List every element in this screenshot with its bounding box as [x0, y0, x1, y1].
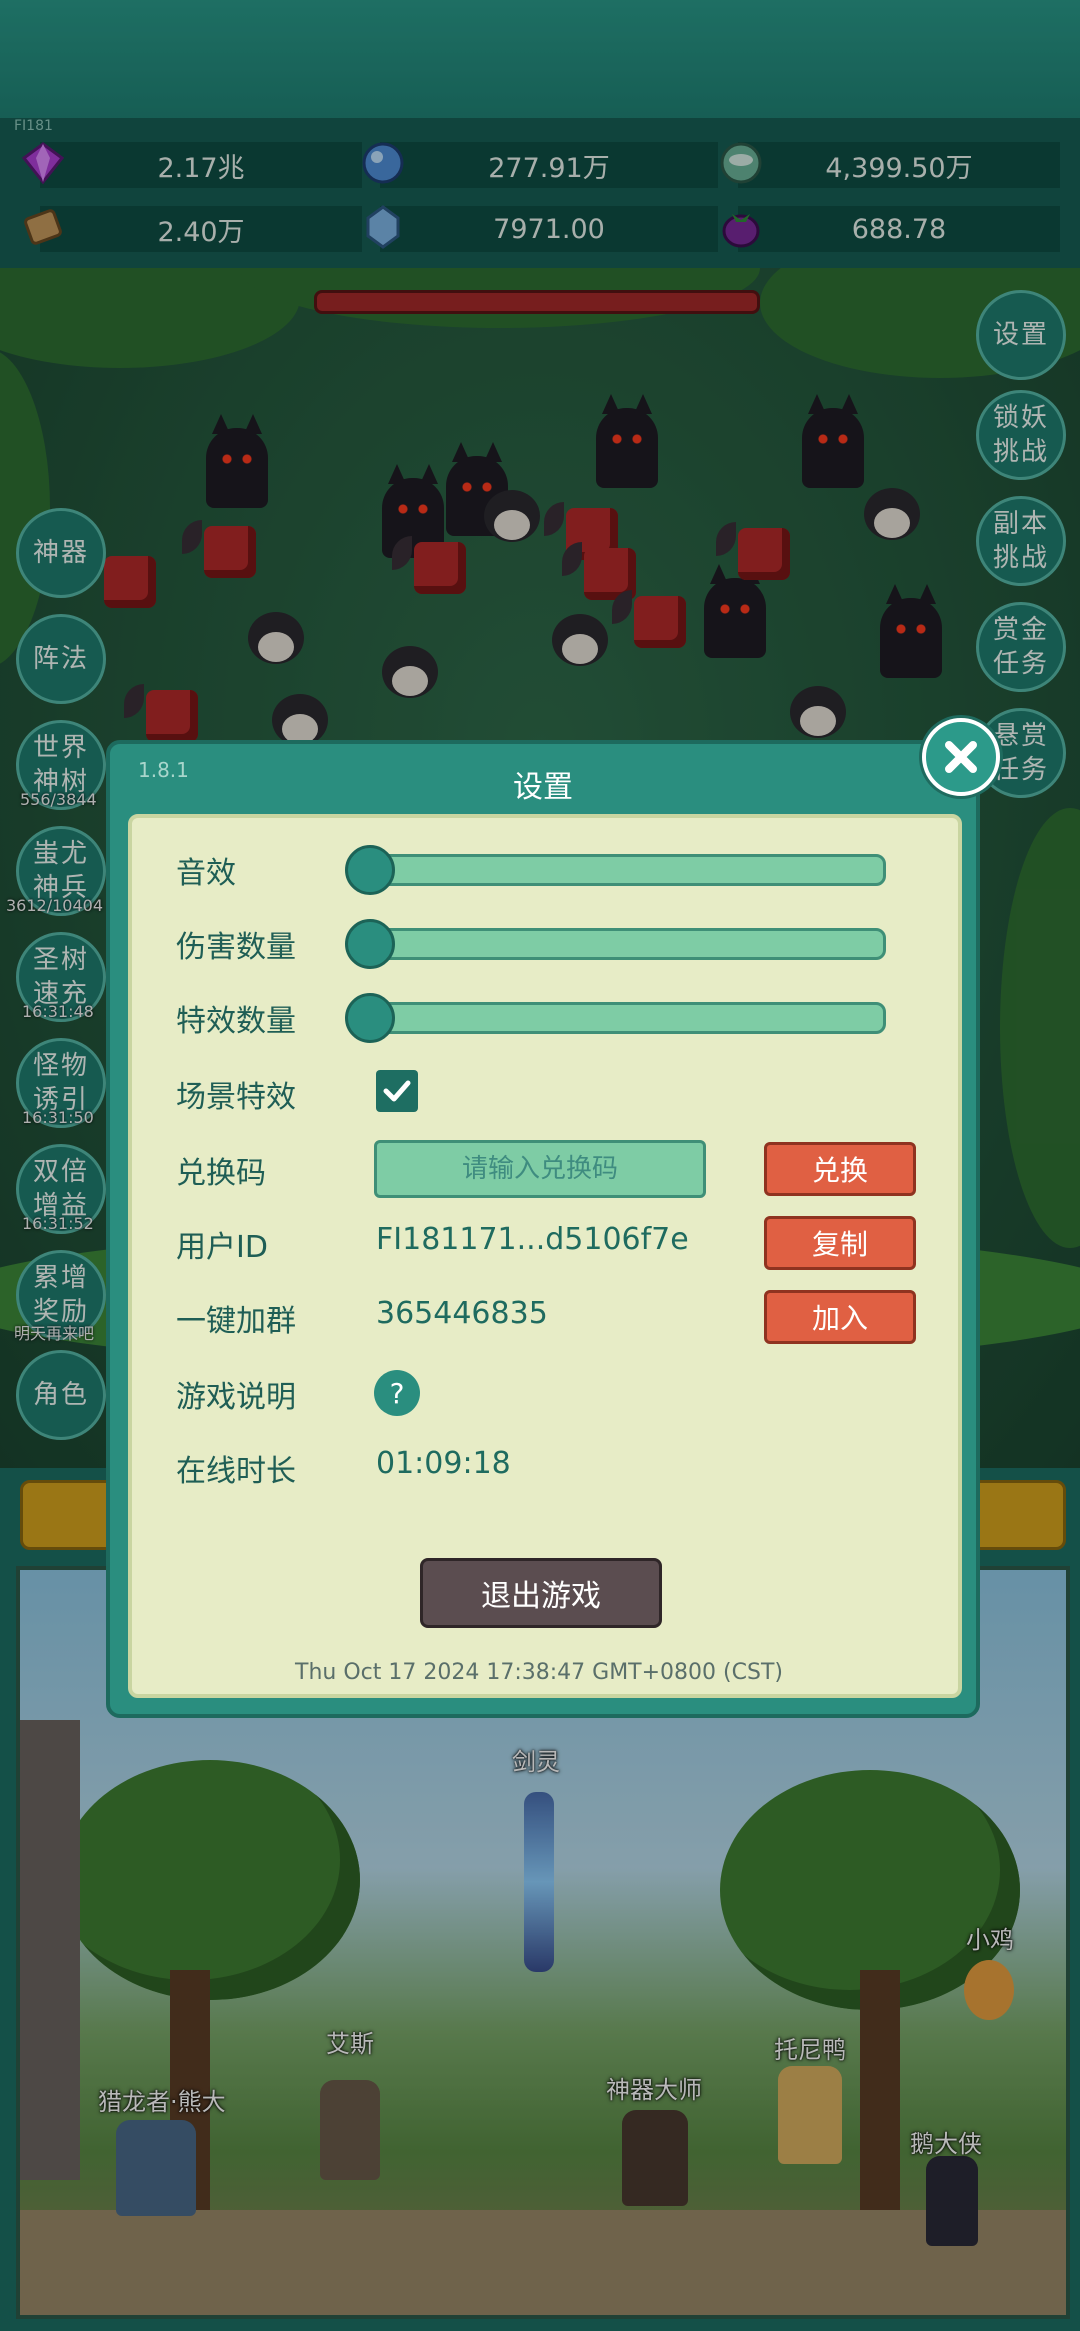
exit-game-button[interactable]: 退出游戏 — [420, 1558, 662, 1628]
checkmark-icon — [383, 1080, 411, 1102]
damage-count-label: 伤害数量 — [176, 930, 296, 965]
copy-button[interactable]: 复制 — [764, 1216, 916, 1270]
effect-count-label: 特效数量 — [176, 1004, 296, 1039]
help-icon[interactable]: ? — [374, 1370, 420, 1416]
redeem-code-input[interactable]: 请输入兑换码 — [374, 1140, 706, 1198]
sound-slider[interactable] — [345, 845, 886, 895]
redeem-label: 兑换码 — [176, 1156, 266, 1191]
join-button[interactable]: 加入 — [764, 1290, 916, 1344]
online-time-label: 在线时长 — [176, 1454, 296, 1489]
damage-count-slider[interactable] — [345, 919, 886, 969]
user-id-value: FI181171...d5106f7e — [376, 1222, 689, 1257]
slider-knob[interactable] — [345, 919, 395, 969]
effect-count-slider[interactable] — [345, 993, 886, 1043]
scene-effect-checkbox[interactable] — [376, 1070, 418, 1112]
sound-label: 音效 — [176, 856, 236, 891]
timestamp-label: Thu Oct 17 2024 17:38:47 GMT+0800 (CST) — [295, 1660, 783, 1685]
slider-knob[interactable] — [345, 845, 395, 895]
group-number-value: 365446835 — [376, 1296, 548, 1331]
slider-knob[interactable] — [345, 993, 395, 1043]
scene-effect-label: 场景特效 — [176, 1080, 296, 1115]
close-button[interactable] — [922, 718, 1000, 796]
close-icon — [945, 741, 977, 773]
online-time-value: 01:09:18 — [376, 1446, 511, 1481]
join-group-label: 一键加群 — [176, 1304, 296, 1339]
dialog-title: 设置 — [513, 770, 573, 805]
game-help-label: 游戏说明 — [176, 1380, 296, 1415]
redeem-button[interactable]: 兑换 — [764, 1142, 916, 1196]
user-id-label: 用户ID — [176, 1230, 268, 1265]
